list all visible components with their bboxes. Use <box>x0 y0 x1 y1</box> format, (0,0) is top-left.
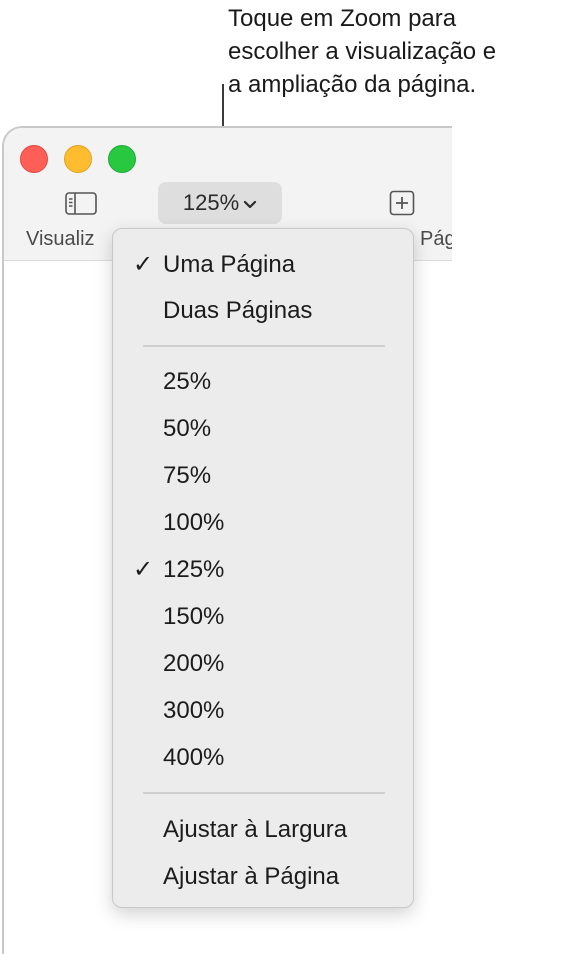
menu-item-label: 150% <box>163 603 225 630</box>
menu-item-zoom-75[interactable]: 75% <box>113 456 413 496</box>
menu-item-zoom-400[interactable]: 400% <box>113 738 413 778</box>
callout-line-3: a ampliação da página. <box>228 71 477 98</box>
zoom-button[interactable]: 125% <box>158 182 282 224</box>
menu-item-label: 300% <box>163 697 225 724</box>
menu-item-zoom-200[interactable]: 200% <box>113 644 413 684</box>
menu-item-zoom-25[interactable]: 25% <box>113 362 413 402</box>
menu-item-single-page[interactable]: ✓ Uma Página <box>113 245 413 285</box>
chevron-down-icon <box>243 190 257 216</box>
checkmark-icon: ✓ <box>133 556 154 583</box>
menu-item-label: 200% <box>163 650 225 677</box>
menu-separator <box>143 345 385 347</box>
menu-item-label: Ajustar à Largura <box>163 816 348 843</box>
callout-line-1: Toque em Zoom para <box>228 5 457 32</box>
close-window-button[interactable] <box>20 145 48 173</box>
menu-item-label: 50% <box>163 415 212 442</box>
zoom-value: 125% <box>182 190 240 215</box>
sidebar-icon[interactable] <box>65 192 97 216</box>
menu-item-fit-page[interactable]: Ajustar à Página <box>113 857 413 897</box>
menu-item-zoom-125[interactable]: ✓ 125% <box>113 550 413 590</box>
menu-item-zoom-300[interactable]: 300% <box>113 691 413 731</box>
view-button-label[interactable]: Visualiz <box>26 228 95 251</box>
screenshot: Toque em Zoom para escolher a visualizaç… <box>0 0 568 954</box>
checkmark-icon: ✓ <box>133 251 154 278</box>
maximize-window-button[interactable] <box>108 145 136 173</box>
add-page-button-label[interactable]: Pág <box>420 228 452 251</box>
menu-item-zoom-100[interactable]: 100% <box>113 503 413 543</box>
plus-square-icon[interactable] <box>389 190 415 216</box>
menu-item-two-pages[interactable]: Duas Páginas <box>113 291 413 331</box>
menu-item-label: 75% <box>163 462 212 489</box>
menu-item-zoom-50[interactable]: 50% <box>113 409 413 449</box>
callout-text: Toque em Zoom para escolher a visualizaç… <box>228 2 564 101</box>
menu-item-label: 25% <box>163 368 212 395</box>
menu-separator <box>143 792 385 794</box>
minimize-window-button[interactable] <box>64 145 92 173</box>
menu-item-label: 125% <box>163 556 225 583</box>
menu-item-fit-width[interactable]: Ajustar à Largura <box>113 810 413 850</box>
menu-item-zoom-150[interactable]: 150% <box>113 597 413 637</box>
callout-line-2: escolher a visualização e <box>228 38 497 65</box>
menu-item-label: 100% <box>163 509 225 536</box>
menu-item-label: 400% <box>163 744 225 771</box>
zoom-menu: ✓ Uma Página Duas Páginas 25% 50% 75% 10… <box>112 228 414 908</box>
menu-item-label: Ajustar à Página <box>163 863 340 890</box>
menu-item-label: Duas Páginas <box>163 297 313 324</box>
menu-item-label: Uma Página <box>163 251 296 278</box>
